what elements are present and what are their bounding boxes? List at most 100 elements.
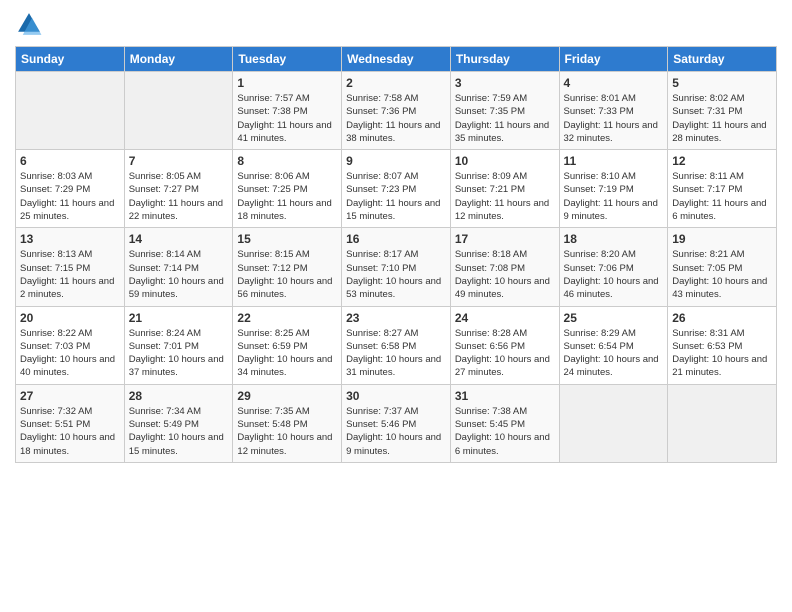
day-cell: 10 Sunrise: 8:09 AMSunset: 7:21 PMDayligh… [450,150,559,228]
day-info: Sunrise: 8:10 AMSunset: 7:19 PMDaylight:… [564,170,664,223]
day-info: Sunrise: 8:05 AMSunset: 7:27 PMDaylight:… [129,170,229,223]
col-header-sunday: Sunday [16,47,125,72]
day-number: 31 [455,389,555,403]
day-number: 24 [455,311,555,325]
day-cell: 28 Sunrise: 7:34 AMSunset: 5:49 PMDayligh… [124,384,233,462]
day-cell: 20 Sunrise: 8:22 AMSunset: 7:03 PMDayligh… [16,306,125,384]
day-cell: 4 Sunrise: 8:01 AMSunset: 7:33 PMDaylight… [559,72,668,150]
day-info: Sunrise: 8:25 AMSunset: 6:59 PMDaylight:… [237,327,337,380]
logo-icon [15,10,43,38]
day-cell: 24 Sunrise: 8:28 AMSunset: 6:56 PMDayligh… [450,306,559,384]
col-header-saturday: Saturday [668,47,777,72]
day-cell: 5 Sunrise: 8:02 AMSunset: 7:31 PMDaylight… [668,72,777,150]
day-number: 4 [564,76,664,90]
day-cell: 1 Sunrise: 7:57 AMSunset: 7:38 PMDaylight… [233,72,342,150]
day-number: 10 [455,154,555,168]
day-cell: 9 Sunrise: 8:07 AMSunset: 7:23 PMDaylight… [342,150,451,228]
day-info: Sunrise: 8:18 AMSunset: 7:08 PMDaylight:… [455,248,555,301]
day-info: Sunrise: 8:24 AMSunset: 7:01 PMDaylight:… [129,327,229,380]
day-cell: 13 Sunrise: 8:13 AMSunset: 7:15 PMDayligh… [16,228,125,306]
day-info: Sunrise: 7:57 AMSunset: 7:38 PMDaylight:… [237,92,337,145]
day-number: 25 [564,311,664,325]
day-number: 26 [672,311,772,325]
day-info: Sunrise: 8:01 AMSunset: 7:33 PMDaylight:… [564,92,664,145]
day-cell [16,72,125,150]
day-number: 2 [346,76,446,90]
week-row-3: 13 Sunrise: 8:13 AMSunset: 7:15 PMDayligh… [16,228,777,306]
header-row: SundayMondayTuesdayWednesdayThursdayFrid… [16,47,777,72]
main-container: SundayMondayTuesdayWednesdayThursdayFrid… [0,0,792,468]
day-cell: 22 Sunrise: 8:25 AMSunset: 6:59 PMDayligh… [233,306,342,384]
day-info: Sunrise: 8:22 AMSunset: 7:03 PMDaylight:… [20,327,120,380]
day-cell [668,384,777,462]
day-info: Sunrise: 7:38 AMSunset: 5:45 PMDaylight:… [455,405,555,458]
day-info: Sunrise: 8:31 AMSunset: 6:53 PMDaylight:… [672,327,772,380]
day-cell: 11Sunrise: 8:10 AMSunset: 7:19 PMDayligh… [559,150,668,228]
day-cell: 29Sunrise: 7:35 AMSunset: 5:48 PMDayligh… [233,384,342,462]
col-header-friday: Friday [559,47,668,72]
day-cell: 25 Sunrise: 8:29 AMSunset: 6:54 PMDayligh… [559,306,668,384]
day-info: Sunrise: 8:03 AMSunset: 7:29 PMDaylight:… [20,170,120,223]
day-cell: 19 Sunrise: 8:21 AMSunset: 7:05 PMDayligh… [668,228,777,306]
day-info: Sunrise: 8:13 AMSunset: 7:15 PMDaylight:… [20,248,120,301]
day-info: Sunrise: 8:07 AMSunset: 7:23 PMDaylight:… [346,170,446,223]
day-cell: 6 Sunrise: 8:03 AMSunset: 7:29 PMDaylight… [16,150,125,228]
day-number: 27 [20,389,120,403]
day-info: Sunrise: 8:17 AMSunset: 7:10 PMDaylight:… [346,248,446,301]
day-info: Sunrise: 8:28 AMSunset: 6:56 PMDaylight:… [455,327,555,380]
col-header-thursday: Thursday [450,47,559,72]
day-cell: 16 Sunrise: 8:17 AMSunset: 7:10 PMDayligh… [342,228,451,306]
day-number: 30 [346,389,446,403]
week-row-2: 6 Sunrise: 8:03 AMSunset: 7:29 PMDaylight… [16,150,777,228]
day-cell: 26 Sunrise: 8:31 AMSunset: 6:53 PMDayligh… [668,306,777,384]
day-info: Sunrise: 7:34 AMSunset: 5:49 PMDaylight:… [129,405,229,458]
day-number: 5 [672,76,772,90]
col-header-wednesday: Wednesday [342,47,451,72]
day-number: 7 [129,154,229,168]
col-header-tuesday: Tuesday [233,47,342,72]
day-cell: 14Sunrise: 8:14 AMSunset: 7:14 PMDayligh… [124,228,233,306]
day-cell: 18Sunrise: 8:20 AMSunset: 7:06 PMDayligh… [559,228,668,306]
day-info: Sunrise: 8:14 AMSunset: 7:14 PMDaylight:… [129,248,229,301]
day-number: 22 [237,311,337,325]
day-number: 19 [672,232,772,246]
week-row-4: 20 Sunrise: 8:22 AMSunset: 7:03 PMDayligh… [16,306,777,384]
day-info: Sunrise: 8:15 AMSunset: 7:12 PMDaylight:… [237,248,337,301]
day-info: Sunrise: 7:37 AMSunset: 5:46 PMDaylight:… [346,405,446,458]
day-cell: 2 Sunrise: 7:58 AMSunset: 7:36 PMDaylight… [342,72,451,150]
week-row-1: 1 Sunrise: 7:57 AMSunset: 7:38 PMDaylight… [16,72,777,150]
day-cell: 17 Sunrise: 8:18 AMSunset: 7:08 PMDayligh… [450,228,559,306]
day-number: 13 [20,232,120,246]
day-number: 20 [20,311,120,325]
day-cell: 27 Sunrise: 7:32 AMSunset: 5:51 PMDayligh… [16,384,125,462]
logo [15,10,47,38]
day-number: 28 [129,389,229,403]
day-cell: 30 Sunrise: 7:37 AMSunset: 5:46 PMDayligh… [342,384,451,462]
day-number: 15 [237,232,337,246]
day-number: 16 [346,232,446,246]
week-row-5: 27 Sunrise: 7:32 AMSunset: 5:51 PMDayligh… [16,384,777,462]
day-number: 17 [455,232,555,246]
day-info: Sunrise: 8:02 AMSunset: 7:31 PMDaylight:… [672,92,772,145]
day-number: 6 [20,154,120,168]
day-number: 23 [346,311,446,325]
day-info: Sunrise: 8:06 AMSunset: 7:25 PMDaylight:… [237,170,337,223]
day-info: Sunrise: 8:27 AMSunset: 6:58 PMDaylight:… [346,327,446,380]
day-cell: 7 Sunrise: 8:05 AMSunset: 7:27 PMDaylight… [124,150,233,228]
day-cell: 15 Sunrise: 8:15 AMSunset: 7:12 PMDayligh… [233,228,342,306]
day-info: Sunrise: 7:32 AMSunset: 5:51 PMDaylight:… [20,405,120,458]
header [15,10,777,38]
day-info: Sunrise: 7:58 AMSunset: 7:36 PMDaylight:… [346,92,446,145]
day-info: Sunrise: 8:09 AMSunset: 7:21 PMDaylight:… [455,170,555,223]
day-number: 18 [564,232,664,246]
day-number: 9 [346,154,446,168]
day-number: 21 [129,311,229,325]
day-info: Sunrise: 8:21 AMSunset: 7:05 PMDaylight:… [672,248,772,301]
day-info: Sunrise: 8:29 AMSunset: 6:54 PMDaylight:… [564,327,664,380]
day-number: 8 [237,154,337,168]
day-number: 1 [237,76,337,90]
day-info: Sunrise: 7:59 AMSunset: 7:35 PMDaylight:… [455,92,555,145]
day-number: 29 [237,389,337,403]
day-number: 3 [455,76,555,90]
day-cell: 8 Sunrise: 8:06 AMSunset: 7:25 PMDaylight… [233,150,342,228]
